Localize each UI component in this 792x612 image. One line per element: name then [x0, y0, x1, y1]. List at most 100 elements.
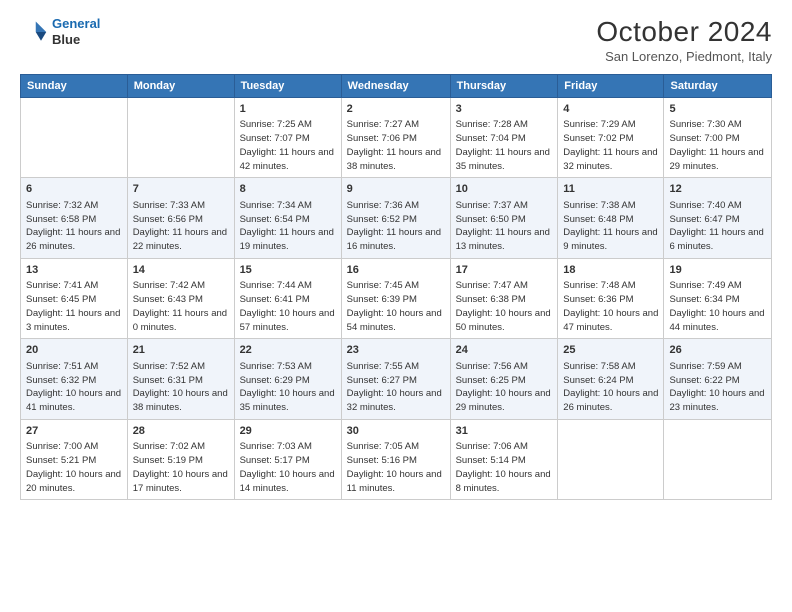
- calendar-cell: 28Sunrise: 7:02 AM Sunset: 5:19 PM Dayli…: [127, 419, 234, 499]
- day-info: Sunrise: 7:34 AM Sunset: 6:54 PM Dayligh…: [240, 199, 336, 254]
- header-monday: Monday: [127, 75, 234, 98]
- day-number: 1: [240, 102, 336, 117]
- day-number: 14: [133, 263, 229, 278]
- day-info: Sunrise: 7:45 AM Sunset: 6:39 PM Dayligh…: [347, 279, 445, 334]
- calendar-cell: 22 Sunrise: 7:53 AM Sunset: 6:29 PM Dayli…: [234, 339, 341, 419]
- calendar-cell: 18Sunrise: 7:48 AM Sunset: 6:36 PM Dayli…: [558, 258, 664, 338]
- day-info: Sunrise: 7:33 AM Sunset: 6:56 PM Dayligh…: [133, 199, 229, 254]
- day-info: Sunrise: 7:29 AM Sunset: 7:02 PM Dayligh…: [563, 118, 658, 173]
- day-info: Sunrise: 7:05 AM Sunset: 5:16 PM Dayligh…: [347, 440, 445, 495]
- calendar-cell: 21Sunrise: 7:52 AM Sunset: 6:31 PM Dayli…: [127, 339, 234, 419]
- calendar-cell: 7 Sunrise: 7:33 AM Sunset: 6:56 PM Daylig…: [127, 178, 234, 258]
- day-info: Sunrise: 7:03 AM Sunset: 5:17 PM Dayligh…: [240, 440, 336, 495]
- day-number: 15: [240, 263, 336, 278]
- day-info: Sunrise: 7:58 AM Sunset: 6:24 PM Dayligh…: [563, 360, 658, 415]
- calendar-cell: 17Sunrise: 7:47 AM Sunset: 6:38 PM Dayli…: [450, 258, 558, 338]
- calendar-cell: 19Sunrise: 7:49 AM Sunset: 6:34 PM Dayli…: [664, 258, 772, 338]
- day-info: Sunrise: 7:30 AM Sunset: 7:00 PM Dayligh…: [669, 118, 766, 173]
- calendar-cell: [21, 98, 128, 178]
- calendar-cell: 6 Sunrise: 7:32 AM Sunset: 6:58 PM Daylig…: [21, 178, 128, 258]
- day-number: 2: [347, 102, 445, 117]
- day-number: 20: [26, 343, 122, 358]
- day-number: 3: [456, 102, 553, 117]
- day-number: 24: [456, 343, 553, 358]
- day-number: 7: [133, 182, 229, 197]
- day-number: 12: [669, 182, 766, 197]
- header-sunday: Sunday: [21, 75, 128, 98]
- calendar-body: 1Sunrise: 7:25 AM Sunset: 7:07 PM Daylig…: [21, 98, 772, 500]
- day-info: Sunrise: 7:42 AM Sunset: 6:43 PM Dayligh…: [133, 279, 229, 334]
- day-info: Sunrise: 7:00 AM Sunset: 5:21 PM Dayligh…: [26, 440, 122, 495]
- day-number: 16: [347, 263, 445, 278]
- calendar: Sunday Monday Tuesday Wednesday Thursday…: [20, 74, 772, 500]
- day-info: Sunrise: 7:56 AM Sunset: 6:25 PM Dayligh…: [456, 360, 553, 415]
- calendar-cell: 24 Sunrise: 7:56 AM Sunset: 6:25 PM Dayli…: [450, 339, 558, 419]
- day-info: Sunrise: 7:44 AM Sunset: 6:41 PM Dayligh…: [240, 279, 336, 334]
- header-saturday: Saturday: [664, 75, 772, 98]
- day-number: 4: [563, 102, 658, 117]
- calendar-cell: 14Sunrise: 7:42 AM Sunset: 6:43 PM Dayli…: [127, 258, 234, 338]
- calendar-cell: [664, 419, 772, 499]
- header-row: Sunday Monday Tuesday Wednesday Thursday…: [21, 75, 772, 98]
- calendar-cell: 16Sunrise: 7:45 AM Sunset: 6:39 PM Dayli…: [341, 258, 450, 338]
- header-thursday: Thursday: [450, 75, 558, 98]
- calendar-cell: 12 Sunrise: 7:40 AM Sunset: 6:47 PM Dayli…: [664, 178, 772, 258]
- day-info: Sunrise: 7:28 AM Sunset: 7:04 PM Dayligh…: [456, 118, 553, 173]
- week-row-1: 6 Sunrise: 7:32 AM Sunset: 6:58 PM Daylig…: [21, 178, 772, 258]
- day-info: Sunrise: 7:47 AM Sunset: 6:38 PM Dayligh…: [456, 279, 553, 334]
- day-info: Sunrise: 7:38 AM Sunset: 6:48 PM Dayligh…: [563, 199, 658, 254]
- day-number: 31: [456, 424, 553, 439]
- day-info: Sunrise: 7:40 AM Sunset: 6:47 PM Dayligh…: [669, 199, 766, 254]
- calendar-cell: 3Sunrise: 7:28 AM Sunset: 7:04 PM Daylig…: [450, 98, 558, 178]
- day-info: Sunrise: 7:06 AM Sunset: 5:14 PM Dayligh…: [456, 440, 553, 495]
- logo-icon: [20, 18, 48, 46]
- day-number: 17: [456, 263, 553, 278]
- calendar-cell: 26 Sunrise: 7:59 AM Sunset: 6:22 PM Dayli…: [664, 339, 772, 419]
- calendar-cell: 11 Sunrise: 7:38 AM Sunset: 6:48 PM Dayli…: [558, 178, 664, 258]
- calendar-cell: 13Sunrise: 7:41 AM Sunset: 6:45 PM Dayli…: [21, 258, 128, 338]
- day-number: 25: [563, 343, 658, 358]
- day-info: Sunrise: 7:48 AM Sunset: 6:36 PM Dayligh…: [563, 279, 658, 334]
- month-title: October 2024: [596, 16, 772, 48]
- calendar-cell: 1Sunrise: 7:25 AM Sunset: 7:07 PM Daylig…: [234, 98, 341, 178]
- calendar-cell: 23Sunrise: 7:55 AM Sunset: 6:27 PM Dayli…: [341, 339, 450, 419]
- calendar-cell: 15Sunrise: 7:44 AM Sunset: 6:41 PM Dayli…: [234, 258, 341, 338]
- header: General Blue October 2024 San Lorenzo, P…: [20, 16, 772, 64]
- day-number: 26: [669, 343, 766, 358]
- logo: General Blue: [20, 16, 100, 47]
- day-number: 28: [133, 424, 229, 439]
- calendar-cell: 30Sunrise: 7:05 AM Sunset: 5:16 PM Dayli…: [341, 419, 450, 499]
- day-info: Sunrise: 7:51 AM Sunset: 6:32 PM Dayligh…: [26, 360, 122, 415]
- calendar-cell: 25 Sunrise: 7:58 AM Sunset: 6:24 PM Dayli…: [558, 339, 664, 419]
- calendar-cell: 8 Sunrise: 7:34 AM Sunset: 6:54 PM Daylig…: [234, 178, 341, 258]
- day-number: 22: [240, 343, 336, 358]
- day-info: Sunrise: 7:02 AM Sunset: 5:19 PM Dayligh…: [133, 440, 229, 495]
- week-row-0: 1Sunrise: 7:25 AM Sunset: 7:07 PM Daylig…: [21, 98, 772, 178]
- day-number: 29: [240, 424, 336, 439]
- day-info: Sunrise: 7:55 AM Sunset: 6:27 PM Dayligh…: [347, 360, 445, 415]
- day-info: Sunrise: 7:36 AM Sunset: 6:52 PM Dayligh…: [347, 199, 445, 254]
- day-info: Sunrise: 7:59 AM Sunset: 6:22 PM Dayligh…: [669, 360, 766, 415]
- header-tuesday: Tuesday: [234, 75, 341, 98]
- logo-text: General Blue: [52, 16, 100, 47]
- calendar-cell: 20 Sunrise: 7:51 AM Sunset: 6:32 PM Dayli…: [21, 339, 128, 419]
- day-info: Sunrise: 7:41 AM Sunset: 6:45 PM Dayligh…: [26, 279, 122, 334]
- calendar-header: Sunday Monday Tuesday Wednesday Thursday…: [21, 75, 772, 98]
- calendar-cell: 10Sunrise: 7:37 AM Sunset: 6:50 PM Dayli…: [450, 178, 558, 258]
- header-wednesday: Wednesday: [341, 75, 450, 98]
- day-number: 5: [669, 102, 766, 117]
- week-row-4: 27Sunrise: 7:00 AM Sunset: 5:21 PM Dayli…: [21, 419, 772, 499]
- day-info: Sunrise: 7:49 AM Sunset: 6:34 PM Dayligh…: [669, 279, 766, 334]
- day-number: 19: [669, 263, 766, 278]
- day-info: Sunrise: 7:53 AM Sunset: 6:29 PM Dayligh…: [240, 360, 336, 415]
- day-number: 9: [347, 182, 445, 197]
- week-row-2: 13Sunrise: 7:41 AM Sunset: 6:45 PM Dayli…: [21, 258, 772, 338]
- day-number: 6: [26, 182, 122, 197]
- day-number: 11: [563, 182, 658, 197]
- calendar-cell: 31Sunrise: 7:06 AM Sunset: 5:14 PM Dayli…: [450, 419, 558, 499]
- title-block: October 2024 San Lorenzo, Piedmont, Ital…: [596, 16, 772, 64]
- day-info: Sunrise: 7:37 AM Sunset: 6:50 PM Dayligh…: [456, 199, 553, 254]
- calendar-cell: 5Sunrise: 7:30 AM Sunset: 7:00 PM Daylig…: [664, 98, 772, 178]
- day-info: Sunrise: 7:32 AM Sunset: 6:58 PM Dayligh…: [26, 199, 122, 254]
- day-number: 8: [240, 182, 336, 197]
